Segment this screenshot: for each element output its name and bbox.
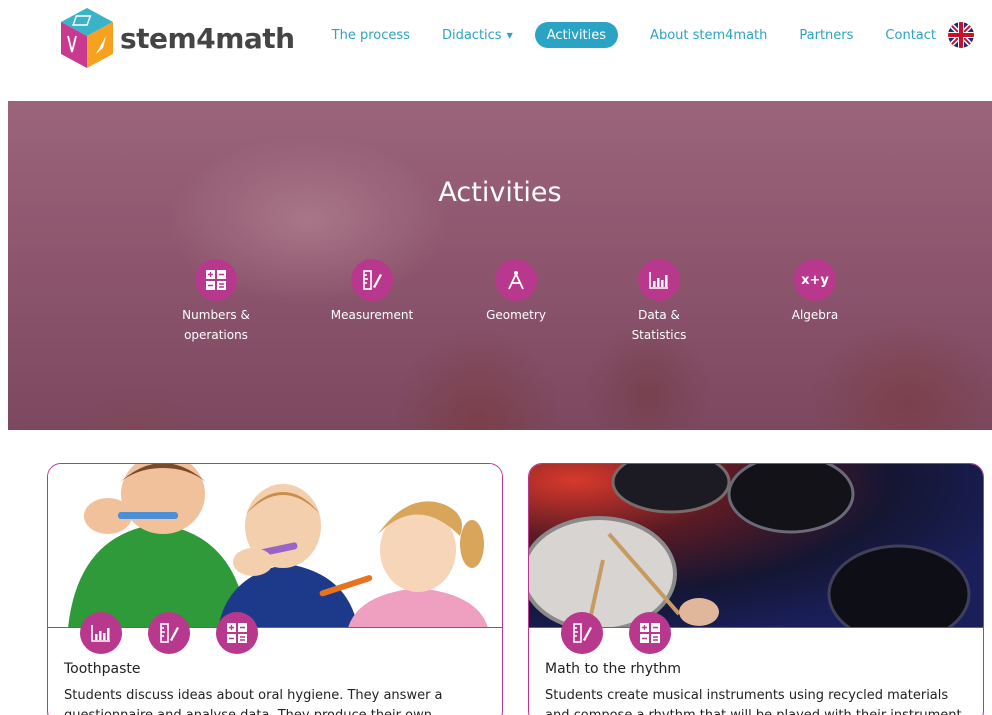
activity-card-toothpaste[interactable]: Toothpaste Students discuss ideas about …	[47, 463, 503, 715]
ruler-pencil-icon	[561, 612, 603, 654]
nav-the-process[interactable]: The process	[332, 22, 410, 48]
category-label: Data & Statistics	[631, 308, 687, 342]
category-label: Geometry	[486, 308, 546, 322]
page-title: Activities	[438, 177, 562, 208]
category-data-statistics[interactable]: Data & Statistics	[599, 259, 719, 345]
ruler-pencil-icon	[148, 612, 190, 654]
card-image-children-brushing	[48, 464, 502, 628]
category-geometry[interactable]: Geometry	[456, 259, 576, 325]
activity-card-math-to-the-rhythm[interactable]: Math to the rhythm Students create music…	[528, 463, 984, 715]
nav-partners[interactable]: Partners	[799, 22, 853, 48]
bar-chart-icon	[638, 259, 680, 301]
category-label: Algebra	[791, 308, 839, 322]
card-title[interactable]: Toothpaste	[64, 661, 141, 677]
category-algebra[interactable]: x+y Algebra	[755, 259, 875, 325]
main-nav: The process Didactics ▼ Activities About …	[300, 22, 974, 48]
nav-activities[interactable]: Activities	[534, 22, 619, 48]
bar-chart-icon	[80, 612, 122, 654]
card-icons	[80, 612, 284, 654]
ruler-pencil-icon	[351, 259, 393, 301]
nav-didactics-label: Didactics	[441, 27, 502, 43]
category-numbers-operations[interactable]: Numbers & operations	[156, 259, 276, 345]
category-label: Numbers & operations	[182, 308, 250, 342]
uk-flag-icon[interactable]	[948, 22, 974, 48]
card-title[interactable]: Math to the rhythm	[545, 661, 681, 677]
nav-didactics[interactable]: Didactics ▼	[442, 22, 513, 48]
category-measurement[interactable]: Measurement	[312, 259, 432, 325]
logo-cube-icon	[61, 8, 113, 68]
nav-about[interactable]: About stem4math	[650, 22, 767, 48]
compass-icon	[495, 259, 537, 301]
card-description: Students create musical instruments usin…	[545, 688, 966, 715]
calculator-icon	[216, 612, 258, 654]
calculator-icon	[629, 612, 671, 654]
hero-banner: Activities Numbers & operations Measurem…	[8, 101, 992, 430]
logo[interactable]: stem4math	[58, 6, 295, 70]
card-description: Students discuss ideas about oral hygien…	[64, 688, 443, 715]
category-label: Measurement	[330, 308, 414, 322]
calculator-icon	[195, 259, 237, 301]
site-header: stem4math The process Didactics ▼ Activit…	[0, 0, 992, 80]
algebra-glyph: x+y	[801, 272, 829, 288]
nav-contact[interactable]: Contact	[885, 22, 936, 48]
x-plus-y-icon: x+y	[794, 259, 836, 301]
card-icons	[561, 612, 697, 654]
logo-text: stem4math	[120, 21, 295, 55]
card-image-drums	[529, 464, 983, 628]
chevron-down-icon: ▼	[506, 30, 513, 40]
